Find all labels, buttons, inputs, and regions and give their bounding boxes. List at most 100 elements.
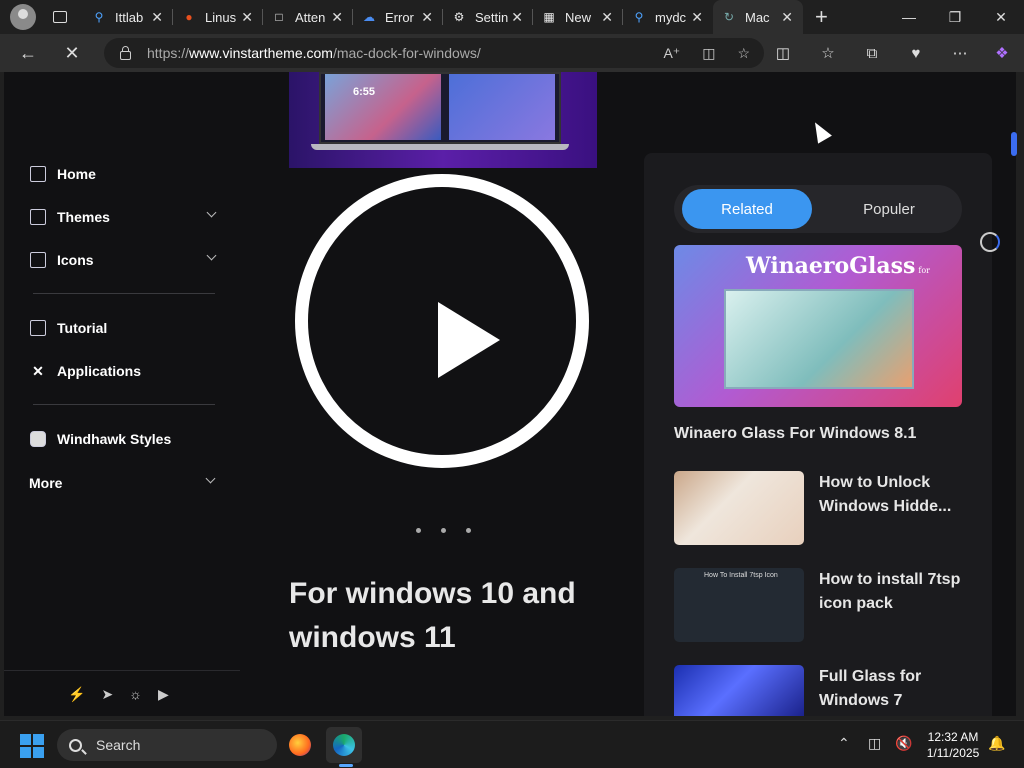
tab-mac-active[interactable]: ↻ Mac ✕	[713, 0, 803, 34]
tab-strip: ⚲ Ittlab ✕ ● Linus ✕ □ Atten ✕ ☁ Error ✕ ⚙ Settin…	[0, 0, 1024, 34]
firefox-icon[interactable]	[282, 727, 318, 763]
brand-icon: ●	[185, 10, 193, 24]
featured-image[interactable]: WinaeroGlassfor Windows 8 & 8.1	[674, 245, 962, 407]
sidebar-item-applications[interactable]: ✕ Applications	[30, 359, 141, 383]
sidebar-footer-divider	[4, 670, 240, 671]
minimize-button[interactable]: —	[886, 0, 932, 34]
tab-error[interactable]: ☁ Error ✕	[353, 0, 443, 34]
related-thumbnail[interactable]	[674, 665, 804, 716]
start-button[interactable]	[20, 734, 44, 758]
chevron-down-icon[interactable]	[206, 250, 217, 261]
collections-icon[interactable]: ⧉	[854, 34, 890, 72]
book-icon	[30, 320, 46, 336]
close-tab-icon[interactable]: ✕	[691, 9, 703, 26]
close-tab-icon[interactable]: ✕	[241, 9, 253, 26]
laptop-screen-right	[449, 74, 555, 140]
telegram-icon[interactable]: ➤	[101, 686, 113, 703]
related-thumbnail[interactable]: How To Install 7tsp Icon	[674, 568, 804, 642]
stop-loading-button[interactable]: ✕	[54, 35, 90, 71]
address-field[interactable]: https://www.vinstartheme.com/mac-dock-fo…	[104, 38, 764, 68]
favorites-icon[interactable]: ☆	[810, 34, 846, 72]
sidebar-item-home[interactable]: Home	[30, 162, 96, 186]
related-thumbnail[interactable]	[674, 471, 804, 545]
close-tab-icon[interactable]: ✕	[151, 9, 163, 26]
sidebar-item-tutorial[interactable]: Tutorial	[30, 316, 107, 340]
laptop-screen-left: 6:55	[325, 74, 441, 140]
document-icon: □	[275, 10, 283, 24]
sidebar-item-themes[interactable]: Themes	[30, 205, 217, 229]
hero-image: 6:55	[289, 72, 597, 168]
video-icon[interactable]: ▶	[158, 686, 169, 703]
chevron-up-icon[interactable]: ⌃	[838, 735, 850, 752]
carousel-dots[interactable]	[416, 528, 471, 533]
related-item[interactable]: How To Install 7tsp Icon How to install …	[674, 568, 962, 642]
tab-linus[interactable]: ● Linus ✕	[173, 0, 263, 34]
edge-icon[interactable]	[326, 727, 362, 763]
close-tab-icon[interactable]: ✕	[601, 9, 613, 26]
notification-bell-icon[interactable]: 🔔	[988, 735, 1005, 752]
home-icon	[30, 166, 46, 182]
page-heading: For windows 10 and windows 11	[289, 577, 576, 654]
close-tab-icon[interactable]: ✕	[781, 9, 793, 26]
tab-related[interactable]: Related	[682, 189, 812, 229]
clock[interactable]: 12:32 AM 1/11/2025	[921, 729, 985, 761]
related-item[interactable]: Full Glass for Windows 7	[674, 665, 962, 716]
site-sidebar: Home Themes Icons Tutorial ✕ Applications…	[4, 72, 244, 716]
browser-essentials-icon[interactable]: ♥	[898, 34, 934, 72]
laptop-mockup: 6:55	[319, 72, 561, 144]
copilot-icon[interactable]: ❖	[984, 34, 1020, 72]
tab-settings[interactable]: ⚙ Settin ✕	[443, 0, 533, 34]
related-item[interactable]: How to Unlock Windows Hidde...	[674, 471, 962, 545]
related-panel: Related Populer WinaeroGlassfor Windows …	[644, 153, 992, 716]
cloud-icon: ☁	[363, 10, 375, 24]
close-tab-icon[interactable]: ✕	[421, 9, 433, 26]
split-screen-icon[interactable]: ◫	[765, 34, 801, 72]
app-available-icon[interactable]: ◫	[702, 45, 715, 62]
sidebar-item-more[interactable]: More	[29, 471, 216, 495]
tab-populer[interactable]: Populer	[824, 189, 954, 229]
play-icon[interactable]	[438, 302, 500, 378]
favorite-star-icon[interactable]: ☆	[737, 45, 750, 62]
web-page: Home Themes Icons Tutorial ✕ Applications…	[4, 72, 1016, 716]
close-tab-icon[interactable]: ✕	[331, 9, 343, 26]
tab-ittlab[interactable]: ⚲ Ittlab ✕	[83, 0, 173, 34]
featured-window-graphic	[724, 289, 914, 389]
read-aloud-icon[interactable]: A⁺	[663, 45, 680, 62]
tab-atten[interactable]: □ Atten ✕	[263, 0, 353, 34]
sidebar-item-icons[interactable]: Icons	[30, 248, 217, 272]
sidebar-divider	[33, 293, 215, 294]
tab-new[interactable]: ▦ New ✕	[533, 0, 623, 34]
search-icon: ⚲	[94, 10, 104, 24]
sidebar-item-windhawk-styles[interactable]: Windhawk Styles	[30, 427, 171, 451]
zap-icon[interactable]: ⚡	[68, 686, 85, 703]
network-icon[interactable]: ◫	[868, 735, 881, 752]
url-text[interactable]: https://www.vinstartheme.com/mac-dock-fo…	[147, 45, 481, 61]
discord-icon[interactable]: ☼	[129, 686, 142, 703]
chevron-down-icon[interactable]	[206, 207, 217, 218]
video-play-button[interactable]	[295, 174, 589, 468]
loading-icon: ↻	[723, 10, 735, 24]
taskbar: Search ⌃ ◫ 🔇 12:32 AM 1/11/2025 🔔	[0, 720, 1024, 768]
tab-actions-icon[interactable]	[53, 11, 67, 23]
lock-icon[interactable]	[120, 45, 131, 60]
featured-title[interactable]: Winaero Glass For Windows 8.1	[674, 425, 916, 443]
windhawk-icon	[30, 431, 46, 447]
more-menu-icon[interactable]: ⋯	[942, 34, 978, 72]
close-tab-icon[interactable]: ✕	[511, 9, 523, 26]
search-icon	[69, 738, 82, 752]
close-window-button[interactable]: ✕	[978, 0, 1024, 34]
chevron-down-icon[interactable]	[205, 473, 216, 484]
icons-icon	[30, 252, 46, 268]
scrollbar-thumb[interactable]	[1011, 132, 1017, 156]
apps-icon: ✕	[32, 363, 44, 379]
restore-button[interactable]: ❐	[932, 0, 978, 34]
taskbar-search[interactable]: Search	[57, 729, 277, 761]
laptop-base	[311, 144, 569, 150]
profile-avatar[interactable]	[10, 4, 36, 30]
volume-muted-icon[interactable]: 🔇	[895, 735, 912, 752]
monitor-icon	[30, 209, 46, 225]
new-tab-button[interactable]: +	[815, 4, 839, 30]
calendar-icon: ▦	[543, 10, 555, 24]
tab-mydc[interactable]: ⚲ mydc ✕	[623, 0, 713, 34]
back-button[interactable]: ←	[10, 35, 46, 71]
